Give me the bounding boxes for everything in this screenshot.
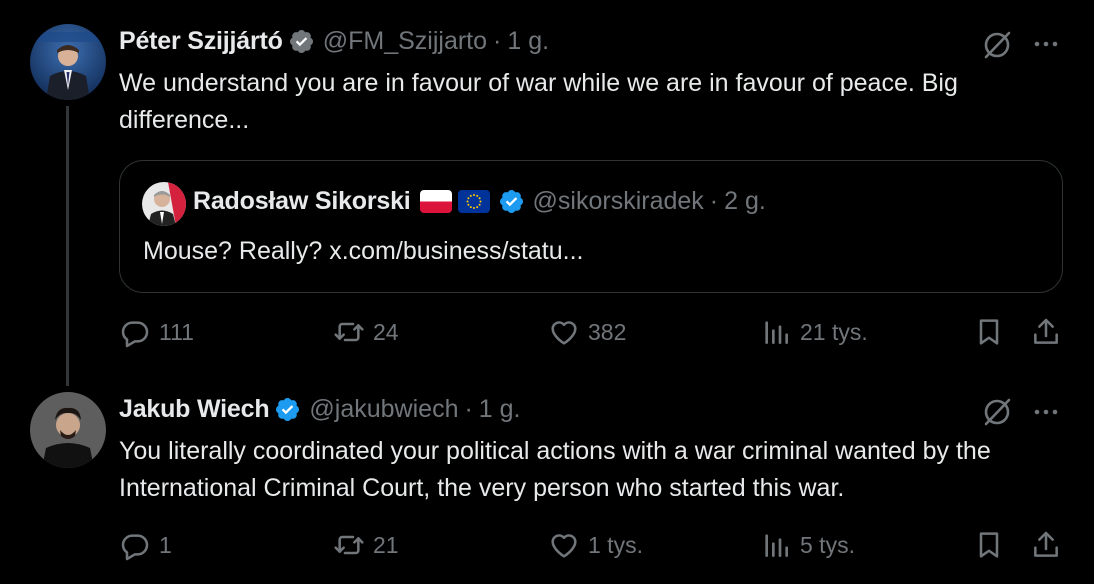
like-button[interactable]: 1 tys. [548, 529, 643, 561]
author-handle[interactable]: @FM_Szijjarto [323, 27, 487, 56]
author-name[interactable]: Jakub Wiech [119, 395, 270, 424]
views-count: 5 tys. [800, 531, 855, 558]
like-button[interactable]: 382 [548, 316, 626, 348]
share-button[interactable] [1030, 316, 1062, 348]
share-button[interactable] [1030, 529, 1062, 561]
separator-dot: · [493, 27, 502, 55]
reply-count: 111 [159, 318, 194, 345]
like-count: 382 [588, 318, 627, 345]
repost-icon [334, 322, 364, 342]
more-icon[interactable] [1031, 29, 1061, 59]
tweet-text: You literally coordinated your political… [119, 437, 991, 502]
avatar-sikorski[interactable] [142, 182, 186, 226]
verified-badge-icon[interactable] [498, 188, 525, 215]
author-handle[interactable]: @jakubwiech [309, 395, 458, 424]
more-icon[interactable] [1031, 397, 1061, 427]
reply-button[interactable]: 111 [119, 316, 194, 348]
views-count: 21 tys. [800, 318, 868, 345]
views-icon [765, 534, 788, 557]
separator-dot: · [709, 187, 719, 215]
poland-flag-icon [419, 190, 452, 213]
timestamp[interactable]: 1 g. [479, 395, 521, 424]
reply-button[interactable]: 1 [119, 529, 172, 561]
verified-badge-icon[interactable] [288, 28, 315, 55]
reply-icon [121, 321, 149, 348]
avatar-wiech[interactable] [30, 392, 106, 468]
tweet-header: Jakub Wiech @jakubwiech · 1 g. [119, 395, 521, 424]
like-icon [551, 321, 577, 345]
views-button[interactable]: 21 tys. [760, 316, 868, 348]
grok-icon[interactable] [980, 395, 1014, 429]
repost-button[interactable]: 21 [333, 529, 399, 561]
quote-header: Radosław Sikorski @sikorskiradek · 2 g. [193, 187, 766, 216]
quoted-tweet[interactable]: Radosław Sikorski @sikorskiradek · 2 g. … [119, 160, 1063, 293]
grok-icon[interactable] [980, 28, 1014, 62]
separator-dot: · [464, 395, 473, 423]
reply-count: 1 [159, 531, 172, 558]
verified-badge-icon[interactable] [274, 396, 301, 423]
tweet-szijjarto[interactable]: Péter Szijjártó @FM_Szijjarto · 1 g. We … [0, 0, 1094, 386]
eu-flag-icon [457, 190, 490, 213]
quote-timestamp[interactable]: 2 g. [724, 187, 766, 216]
bookmark-icon [979, 319, 999, 345]
reply-icon [121, 534, 149, 561]
quote-author-name[interactable]: Radosław Sikorski [193, 187, 411, 216]
avatar-szijjarto[interactable] [30, 24, 106, 100]
timestamp[interactable]: 1 g. [507, 27, 549, 56]
views-icon [765, 321, 788, 344]
bookmark-button[interactable] [973, 529, 1005, 561]
tweet-text: We understand you are in favour of war w… [119, 69, 958, 134]
repost-count: 21 [373, 531, 399, 558]
share-icon [1034, 318, 1058, 344]
author-name[interactable]: Péter Szijjártó [119, 27, 283, 56]
bookmark-icon [979, 532, 999, 558]
views-button[interactable]: 5 tys. [760, 529, 855, 561]
bookmark-button[interactable] [973, 316, 1005, 348]
action-bar: 111 24 382 21 tys. [0, 316, 1094, 356]
tweet-wiech[interactable]: Jakub Wiech @jakubwiech · 1 g. You liter… [0, 380, 1094, 584]
share-icon [1034, 531, 1058, 557]
quote-author-handle[interactable]: @sikorskiradek [533, 187, 704, 216]
repost-button[interactable]: 24 [333, 316, 399, 348]
like-icon [551, 534, 577, 558]
tweet-header: Péter Szijjártó @FM_Szijjarto · 1 g. [119, 27, 549, 56]
like-count: 1 tys. [588, 531, 643, 558]
repost-icon [334, 535, 364, 555]
quote-text: Mouse? Really? x.com/business/statu... [143, 237, 584, 265]
repost-count: 24 [373, 318, 399, 345]
action-bar: 1 21 1 tys. 5 tys. [0, 529, 1094, 569]
